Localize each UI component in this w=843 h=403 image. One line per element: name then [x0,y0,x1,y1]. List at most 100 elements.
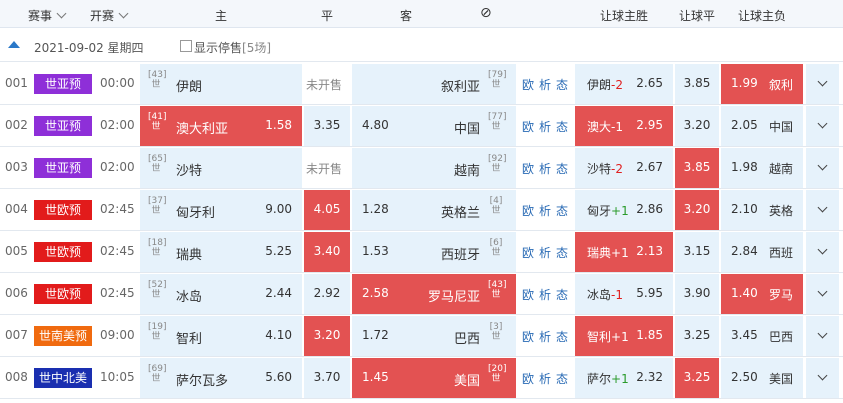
link-analysis[interactable]: 析 [539,244,551,261]
expand-button[interactable] [806,64,839,104]
draw-odds-cell[interactable]: 3.40 [304,232,350,272]
away-odds-cell[interactable]: 1.53 西班牙 [6] 世 [352,232,516,272]
link-analysis[interactable]: 析 [539,76,551,93]
league-badge[interactable]: 世亚预 [34,158,92,178]
hc-home-cell[interactable]: 智利+1 1.85 [575,316,673,356]
league-badge[interactable]: 世欧预 [34,242,92,262]
home-odds-cell[interactable]: [18] 世 瑞典 5.25 [140,232,302,272]
hc-home-cell[interactable]: 瑞典+1 2.13 [575,232,673,272]
home-odds-cell[interactable]: [52] 世 冰岛 2.44 [140,274,302,314]
hc-away-cell[interactable]: 2.84 西班 [721,232,803,272]
hc-home-cell[interactable]: 伊朗-2 2.65 [575,64,673,104]
away-odds-cell[interactable]: 2.58 罗马尼亚 [43] 世 [352,274,516,314]
expand-button[interactable] [806,190,839,230]
hc-draw-cell[interactable]: 3.20 [675,106,719,146]
hc-away-cell[interactable]: 1.40 罗马 [721,274,803,314]
link-euro[interactable]: 欧 [522,160,534,177]
away-odds-cell[interactable]: 1.45 美国 [20] 世 [352,358,516,398]
link-euro[interactable]: 欧 [522,244,534,261]
link-analysis[interactable]: 析 [539,286,551,303]
hc-draw-cell[interactable]: 3.85 [675,148,719,188]
event-filter[interactable]: 赛事 [28,7,67,24]
hc-home-cell[interactable]: 冰岛-1 5.95 [575,274,673,314]
hc-away-team: 美国 [768,372,793,386]
league-badge[interactable]: 世南美预 [34,326,92,346]
hc-home-cell[interactable]: 澳大-1 2.95 [575,106,673,146]
home-team: 智利 [176,332,203,347]
link-trend[interactable]: 态 [556,286,568,303]
link-trend[interactable]: 态 [556,160,568,177]
hc-home-cell[interactable]: 沙特-2 2.67 [575,148,673,188]
hc-away-cell[interactable]: 1.99 叙利 [721,64,803,104]
hc-away-cell[interactable]: 2.10 英格 [721,190,803,230]
hc-draw-cell[interactable]: 3.25 [675,316,719,356]
league-badge[interactable]: 世亚预 [34,116,92,136]
expand-button[interactable] [806,316,839,356]
league-badge[interactable]: 世亚预 [34,74,92,94]
hc-away-cell[interactable]: 2.50 美国 [721,358,803,398]
draw-odds-cell[interactable]: 4.05 [304,190,350,230]
league-badge[interactable]: 世中北美 [34,368,92,388]
draw-odds-cell[interactable]: 3.70 [304,358,350,398]
away-odds-cell[interactable]: 1.72 巴西 [3] 世 [352,316,516,356]
link-euro[interactable]: 欧 [522,118,534,135]
link-trend[interactable]: 态 [556,118,568,135]
link-trend[interactable]: 态 [556,202,568,219]
show-stopped-checkbox[interactable] [180,40,192,52]
link-euro[interactable]: 欧 [522,202,534,219]
hc-draw-cell[interactable]: 3.15 [675,232,719,272]
show-stopped-label[interactable]: 显示停售[5场] [194,39,271,56]
hc-line: +1 [611,372,629,386]
hc-away-cell[interactable]: 2.05 中国 [721,106,803,146]
link-trend[interactable]: 态 [556,76,568,93]
league-badge[interactable]: 世欧预 [34,200,92,220]
home-odds-cell: [43] 世 伊朗 [140,64,302,104]
home-odds-cell[interactable]: [69] 世 萨尔瓦多 5.60 [140,358,302,398]
link-trend[interactable]: 态 [556,244,568,261]
expand-button[interactable] [806,274,839,314]
link-euro[interactable]: 欧 [522,286,534,303]
hc-line: +1 [611,330,629,344]
link-trend[interactable]: 态 [556,370,568,387]
expand-button[interactable] [806,148,839,188]
hc-team: 沙特-2 [587,162,623,176]
home-odds-cell[interactable]: [19] 世 智利 4.10 [140,316,302,356]
hc-draw-cell[interactable]: 3.20 [675,190,719,230]
expand-button[interactable] [806,106,839,146]
hc-draw-cell[interactable]: 3.90 [675,274,719,314]
expand-button[interactable] [806,358,839,398]
link-analysis[interactable]: 析 [539,160,551,177]
hc-away-cell[interactable]: 1.98 越南 [721,148,803,188]
collapse-up-icon[interactable] [8,41,20,48]
hc-home-cell[interactable]: 匈牙+1 2.86 [575,190,673,230]
kickoff-sort[interactable]: 开赛 [90,7,129,24]
stop-icon[interactable]: ⊘ [480,5,492,21]
link-trend[interactable]: 态 [556,328,568,345]
hc-draw-odd: 3.25 [683,370,711,384]
league-badge[interactable]: 世欧预 [34,284,92,304]
away-odds-cell[interactable]: 4.80 中国 [77] 世 [352,106,516,146]
home-odds-cell[interactable]: [41] 世 澳大利亚 1.58 [140,106,302,146]
hc-home-cell[interactable]: 萨尔+1 2.32 [575,358,673,398]
home-odds-cell[interactable]: [37] 世 匈牙利 9.00 [140,190,302,230]
match-row: 007 世南美预 09:00 [19] 世 智利 4.10 3.20 1.72 巴西 … [0,315,843,357]
away-odd: 1.72 [362,328,389,342]
away-odd: 4.80 [362,118,389,132]
link-analysis[interactable]: 析 [539,328,551,345]
draw-odds-cell[interactable]: 2.92 [304,274,350,314]
analysis-links: 欧 析 态 [518,148,572,188]
hc-draw-cell[interactable]: 3.25 [675,358,719,398]
away-odds-cell[interactable]: 1.28 英格兰 [4] 世 [352,190,516,230]
link-euro[interactable]: 欧 [522,76,534,93]
hc-draw-cell[interactable]: 3.85 [675,64,719,104]
hc-away-cell[interactable]: 3.45 巴西 [721,316,803,356]
link-analysis[interactable]: 析 [539,202,551,219]
link-analysis[interactable]: 析 [539,370,551,387]
link-analysis[interactable]: 析 [539,118,551,135]
kickoff-time: 00:00 [100,76,135,90]
draw-odds-cell[interactable]: 3.35 [304,106,350,146]
draw-odds-cell[interactable]: 3.20 [304,316,350,356]
expand-button[interactable] [806,232,839,272]
link-euro[interactable]: 欧 [522,370,534,387]
link-euro[interactable]: 欧 [522,328,534,345]
